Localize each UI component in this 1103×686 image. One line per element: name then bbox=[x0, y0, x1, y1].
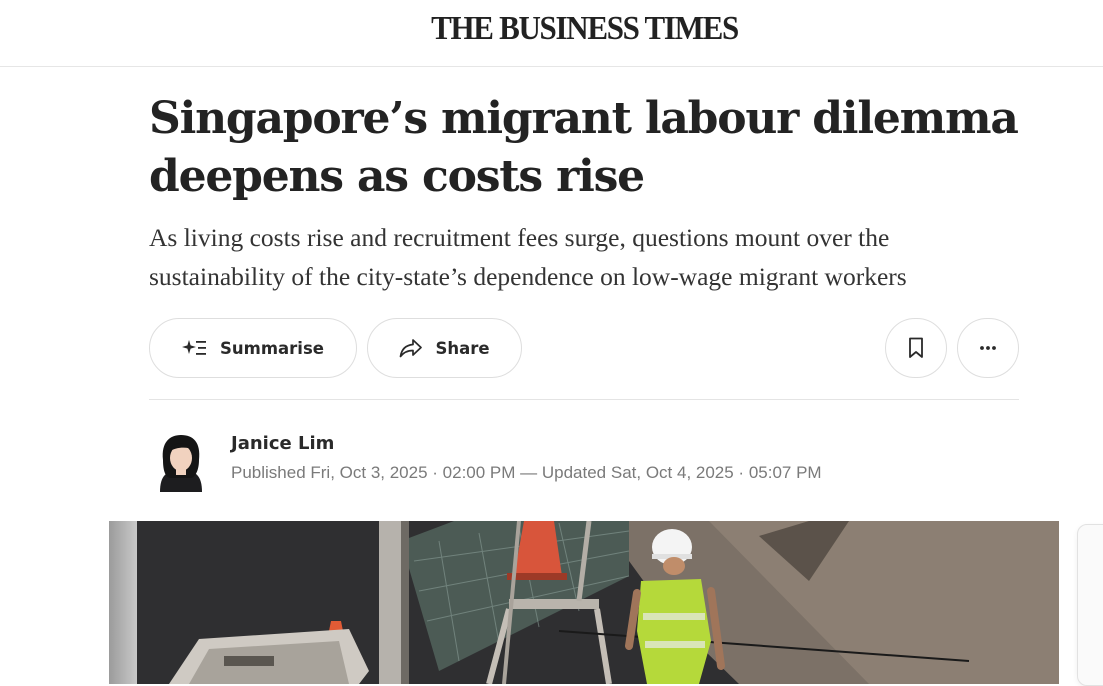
share-arrow-icon bbox=[399, 338, 423, 358]
bookmark-icon bbox=[908, 337, 924, 359]
site-logo[interactable]: THE BUSINESS TIMES bbox=[0, 9, 1103, 48]
sparkle-list-icon bbox=[182, 338, 208, 358]
hero-image bbox=[109, 521, 1059, 684]
article-headline: Singapore’s migrant labour dilemma deepe… bbox=[149, 93, 1019, 202]
article-subheadline: As living costs rise and recruitment fee… bbox=[149, 223, 907, 291]
side-panel-card[interactable] bbox=[1077, 524, 1103, 686]
author-name[interactable]: Janice Lim bbox=[231, 433, 334, 454]
publish-dates: Published Fri, Oct 3, 2025 · 02:00 PM — … bbox=[231, 463, 822, 482]
share-button[interactable]: Share bbox=[367, 318, 522, 378]
worker-vest bbox=[637, 579, 711, 684]
author-avatar[interactable] bbox=[154, 432, 208, 492]
share-label: Share bbox=[435, 338, 490, 358]
summarise-button[interactable]: Summarise bbox=[149, 318, 357, 378]
divider bbox=[149, 399, 1019, 400]
more-horizontal-icon bbox=[979, 345, 997, 351]
summarise-label: Summarise bbox=[220, 338, 324, 358]
bookmark-button[interactable] bbox=[885, 318, 947, 378]
masthead: THE BUSINESS TIMES bbox=[0, 0, 1103, 67]
more-options-button[interactable] bbox=[957, 318, 1019, 378]
